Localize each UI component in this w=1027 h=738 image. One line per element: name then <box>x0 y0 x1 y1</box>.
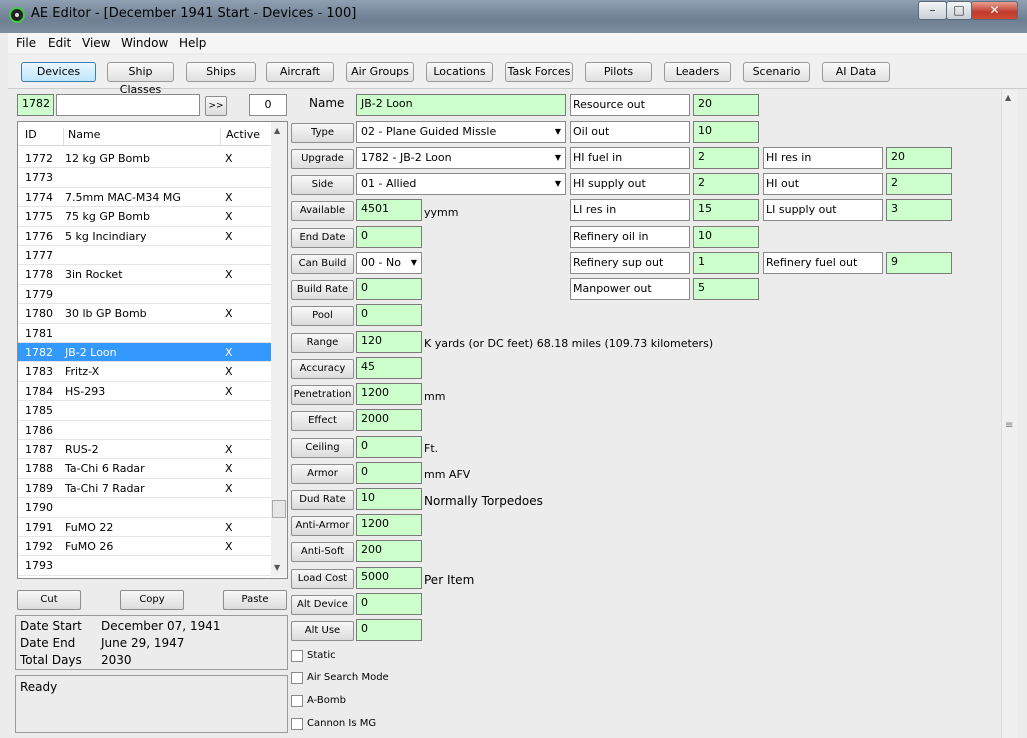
oil-out-label: Oil out <box>570 121 690 143</box>
a-bomb-checkbox[interactable] <box>291 695 303 707</box>
air-search-mode-checkbox[interactable] <box>291 672 303 684</box>
armor-button[interactable]: Armor <box>291 464 354 484</box>
a-bomb-label: A-Bomb <box>307 695 346 706</box>
ceiling-field[interactable]: 0 <box>356 436 422 458</box>
range-button[interactable]: Range <box>291 333 354 353</box>
type-value: 02 - Plane Guided Missle <box>361 125 497 138</box>
build-rate-field[interactable]: 0 <box>356 278 422 300</box>
refinery-fuel-out-field[interactable]: 9 <box>886 252 952 274</box>
penetration-button[interactable]: Penetration <box>291 385 354 405</box>
anti-armor-field[interactable]: 1200 <box>356 514 422 536</box>
end-date-field[interactable]: 0 <box>356 226 422 248</box>
hi-res-in-label: HI res in <box>763 147 883 169</box>
chevron-down-icon: ▼ <box>554 127 561 136</box>
ceiling-unit: Ft. <box>424 442 439 455</box>
static-label: Static <box>307 650 336 661</box>
dud-rate-unit: Normally Torpedoes <box>424 494 543 508</box>
side-button[interactable]: Side <box>291 175 354 195</box>
chevron-down-icon: ▼ <box>554 153 561 162</box>
upgrade-value: 1782 - JB-2 Loon <box>361 151 452 164</box>
static-checkbox[interactable] <box>291 650 303 662</box>
dud-rate-field[interactable]: 10 <box>356 488 422 510</box>
upgrade-select[interactable]: 1782 - JB-2 Loon ▼ <box>356 147 566 169</box>
scroll-grip-icon[interactable]: ≡ <box>1005 420 1013 431</box>
upgrade-button[interactable]: Upgrade <box>291 149 354 169</box>
accuracy-field[interactable]: 45 <box>356 357 422 379</box>
pool-button[interactable]: Pool <box>291 306 354 326</box>
load-cost-unit: Per Item <box>424 573 475 587</box>
li-supply-out-label: LI supply out <box>763 199 883 221</box>
can-build-value: 00 - No <box>361 256 401 269</box>
anti-soft-field[interactable]: 200 <box>356 540 422 562</box>
penetration-unit: mm <box>424 390 446 403</box>
available-field[interactable]: 4501 <box>356 199 422 221</box>
scroll-up-icon[interactable]: ▲ <box>1005 93 1011 102</box>
range-unit: K yards (or DC feet) 68.18 miles (109.73… <box>424 337 714 350</box>
side-value: 01 - Allied <box>361 177 417 190</box>
hi-supply-out-field[interactable]: 2 <box>693 173 759 195</box>
hi-fuel-in-field[interactable]: 2 <box>693 147 759 169</box>
manpower-out-field[interactable]: 5 <box>693 278 759 300</box>
end-date-button[interactable]: End Date <box>291 228 354 248</box>
type-select[interactable]: 02 - Plane Guided Missle ▼ <box>356 121 566 143</box>
armor-field[interactable]: 0 <box>356 462 422 484</box>
armor-unit: mm AFV <box>424 468 471 481</box>
ceiling-button[interactable]: Ceiling <box>291 438 354 458</box>
load-cost-field[interactable]: 5000 <box>356 567 422 589</box>
refinery-fuel-out-label: Refinery fuel out <box>763 252 883 274</box>
air-search-mode-label: Air Search Mode <box>307 672 389 683</box>
resource-out-field[interactable]: 20 <box>693 94 759 116</box>
manpower-out-label: Manpower out <box>570 278 690 300</box>
side-select[interactable]: 01 - Allied ▼ <box>356 173 566 195</box>
hi-out-field[interactable]: 2 <box>886 173 952 195</box>
refinery-oil-in-label: Refinery oil in <box>570 226 690 248</box>
li-supply-out-field[interactable]: 3 <box>886 199 952 221</box>
oil-out-field[interactable]: 10 <box>693 121 759 143</box>
refinery-oil-in-field[interactable]: 10 <box>693 226 759 248</box>
cannon-is-mg-label: Cannon Is MG <box>307 718 377 729</box>
refinery-sup-out-label: Refinery sup out <box>570 252 690 274</box>
available-unit: yymm <box>424 206 459 219</box>
form-scrollbar[interactable]: ▲ ≡ <box>1001 90 1017 738</box>
build-rate-button[interactable]: Build Rate <box>291 280 354 300</box>
alt-use-field[interactable]: 0 <box>356 619 422 641</box>
accuracy-button[interactable]: Accuracy <box>291 359 354 379</box>
anti-armor-button[interactable]: Anti-Armor <box>291 516 354 536</box>
hi-fuel-in-label: HI fuel in <box>570 147 690 169</box>
available-button[interactable]: Available <box>291 201 354 221</box>
range-field[interactable]: 120 <box>356 331 422 353</box>
dud-rate-button[interactable]: Dud Rate <box>291 490 354 510</box>
chevron-down-icon: ▼ <box>410 258 417 267</box>
li-res-in-label: LI res in <box>570 199 690 221</box>
can-build-select[interactable]: 00 - No ▼ <box>356 252 422 274</box>
refinery-sup-out-field[interactable]: 1 <box>693 252 759 274</box>
name-field[interactable]: JB-2 Loon <box>356 94 566 116</box>
chevron-down-icon: ▼ <box>554 179 561 188</box>
li-res-in-field[interactable]: 15 <box>693 199 759 221</box>
load-cost-button[interactable]: Load Cost <box>291 569 354 589</box>
resource-out-label: Resource out <box>570 94 690 116</box>
hi-res-in-field[interactable]: 20 <box>886 147 952 169</box>
name-label: Name <box>309 96 345 110</box>
cannon-is-mg-checkbox[interactable] <box>291 718 303 730</box>
alt-device-field[interactable]: 0 <box>356 593 422 615</box>
hi-supply-out-label: HI supply out <box>570 173 690 195</box>
effect-field[interactable]: 2000 <box>356 409 422 431</box>
type-button[interactable]: Type <box>291 123 354 143</box>
penetration-field[interactable]: 1200 <box>356 383 422 405</box>
hi-out-label: HI out <box>763 173 883 195</box>
alt-device-button[interactable]: Alt Device <box>291 595 354 615</box>
device-form: Name JB-2 Loon Type 02 - Plane Guided Mi… <box>0 0 1000 738</box>
pool-field[interactable]: 0 <box>356 304 422 326</box>
anti-soft-button[interactable]: Anti-Soft <box>291 542 354 562</box>
alt-use-button[interactable]: Alt Use <box>291 621 354 641</box>
can-build-button[interactable]: Can Build <box>291 254 354 274</box>
effect-button[interactable]: Effect <box>291 411 354 431</box>
